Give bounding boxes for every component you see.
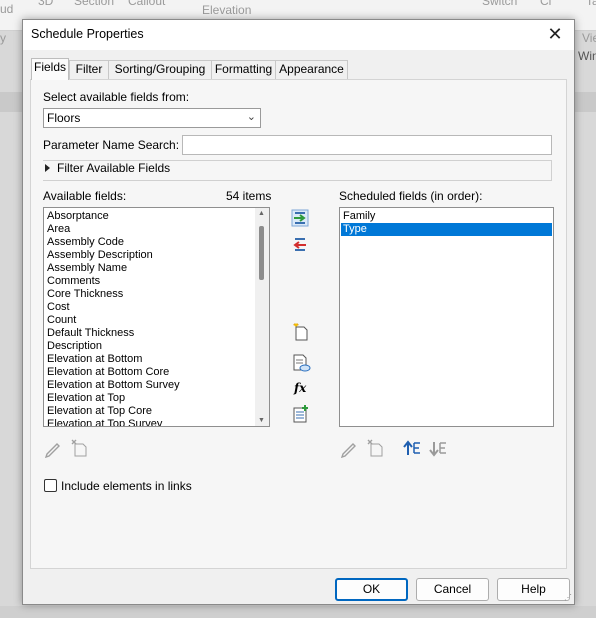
tab-filter[interactable]: Filter [69,60,109,79]
tab-appearance[interactable]: Appearance [275,60,348,79]
list-item[interactable]: Elevation at Bottom [47,353,142,366]
combine-parameters-icon[interactable] [291,353,311,373]
edit-parameter-icon[interactable] [43,438,63,458]
ribbon-text: Elevation [202,3,252,17]
tab-sorting-grouping[interactable]: Sorting/Grouping [108,60,212,79]
list-item[interactable]: Default Thickness [47,327,134,340]
expand-triangle-icon [45,164,50,172]
scroll-down-icon[interactable]: ▼ [258,417,265,424]
category-select[interactable]: Floors ⌄ [43,108,261,128]
calculated-value-icon[interactable]: fx [294,381,306,395]
list-item[interactable]: Assembly Code [47,236,124,249]
scroll-thumb[interactable] [259,226,264,280]
ribbon-text: Win [578,49,596,63]
list-item[interactable]: Elevation at Top [47,392,125,405]
list-item[interactable]: Assembly Description [47,249,153,262]
help-button[interactable]: Help [497,578,570,601]
chevron-down-icon: ⌄ [246,111,256,123]
ribbon-text: Switch [482,0,518,8]
select-fields-label: Select available fields from: [43,90,190,104]
list-item[interactable]: Assembly Name [47,262,127,275]
ribbon-text: Cl [540,0,552,8]
add-field-arrow-icon[interactable] [290,208,310,228]
new-parameter-icon[interactable] [291,322,311,342]
tab-fields[interactable]: Fields [31,58,69,80]
ok-button[interactable]: OK [335,578,408,601]
list-item[interactable]: Elevation at Bottom Core [47,366,169,379]
edit-parameter-icon[interactable] [339,438,359,458]
include-links-checkbox[interactable] [44,479,57,492]
filter-available-label: Filter Available Fields [57,161,171,175]
delete-parameter-icon[interactable] [365,438,385,458]
filter-available-fields-expander[interactable]: Filter Available Fields [43,160,552,181]
list-item[interactable]: Cost [47,301,70,314]
scroll-up-icon[interactable]: ▲ [258,210,265,217]
list-item[interactable]: Comments [47,275,100,288]
list-item[interactable]: Elevation at Top Core [47,405,152,418]
list-item[interactable]: Area [47,223,70,236]
move-up-icon[interactable] [402,438,422,458]
list-item[interactable]: Family [341,210,552,223]
resize-grip-icon[interactable]: ⋰ [564,593,572,602]
close-icon[interactable]: ✕ [542,22,568,46]
dialog-title: Schedule Properties [31,27,144,41]
include-links-label: Include elements in links [61,479,192,493]
delete-parameter-icon[interactable] [69,438,89,458]
ribbon-text: Ta [586,0,596,8]
available-scrollbar[interactable]: ▲ ▼ [255,208,269,426]
scheduled-fields-list[interactable]: Family Type [339,207,554,427]
ribbon-text: Callout [128,0,166,8]
ribbon-text: y [0,31,6,45]
scheduled-fields-label: Scheduled fields (in order): [339,189,483,203]
available-count: 54 items [226,189,272,203]
list-item[interactable]: Count [47,314,76,327]
list-item[interactable]: Absorptance [47,210,109,223]
tab-formatting[interactable]: Formatting [211,60,276,79]
background-statusbar [0,606,596,618]
cancel-button[interactable]: Cancel [416,578,489,601]
category-select-value: Floors [47,111,81,125]
list-item[interactable]: Elevation at Bottom Survey [47,379,180,392]
ribbon-text: ud [0,2,14,16]
available-fields-list[interactable]: Absorptance Area Assembly Code Assembly … [43,207,270,427]
available-fields-label: Available fields: [43,189,127,203]
list-item[interactable]: Elevation at Top Survey [47,418,162,426]
parameter-search-input[interactable] [182,135,552,155]
move-down-icon[interactable] [428,438,448,458]
ribbon-text: Vie [582,31,596,45]
list-item[interactable]: Description [47,340,102,353]
param-search-label: Parameter Name Search: [43,138,180,152]
schedule-properties-dialog: Schedule Properties ✕ Fields Filter Sort… [22,19,575,605]
add-parameter-icon[interactable] [291,404,311,424]
ribbon-text: 3D [38,0,54,8]
remove-field-arrow-icon[interactable] [290,235,310,255]
ribbon-text: Section [74,0,115,8]
dialog-titlebar[interactable]: Schedule Properties ✕ [23,20,574,50]
list-item-selected[interactable]: Type [341,223,552,236]
list-item[interactable]: Core Thickness [47,288,123,301]
